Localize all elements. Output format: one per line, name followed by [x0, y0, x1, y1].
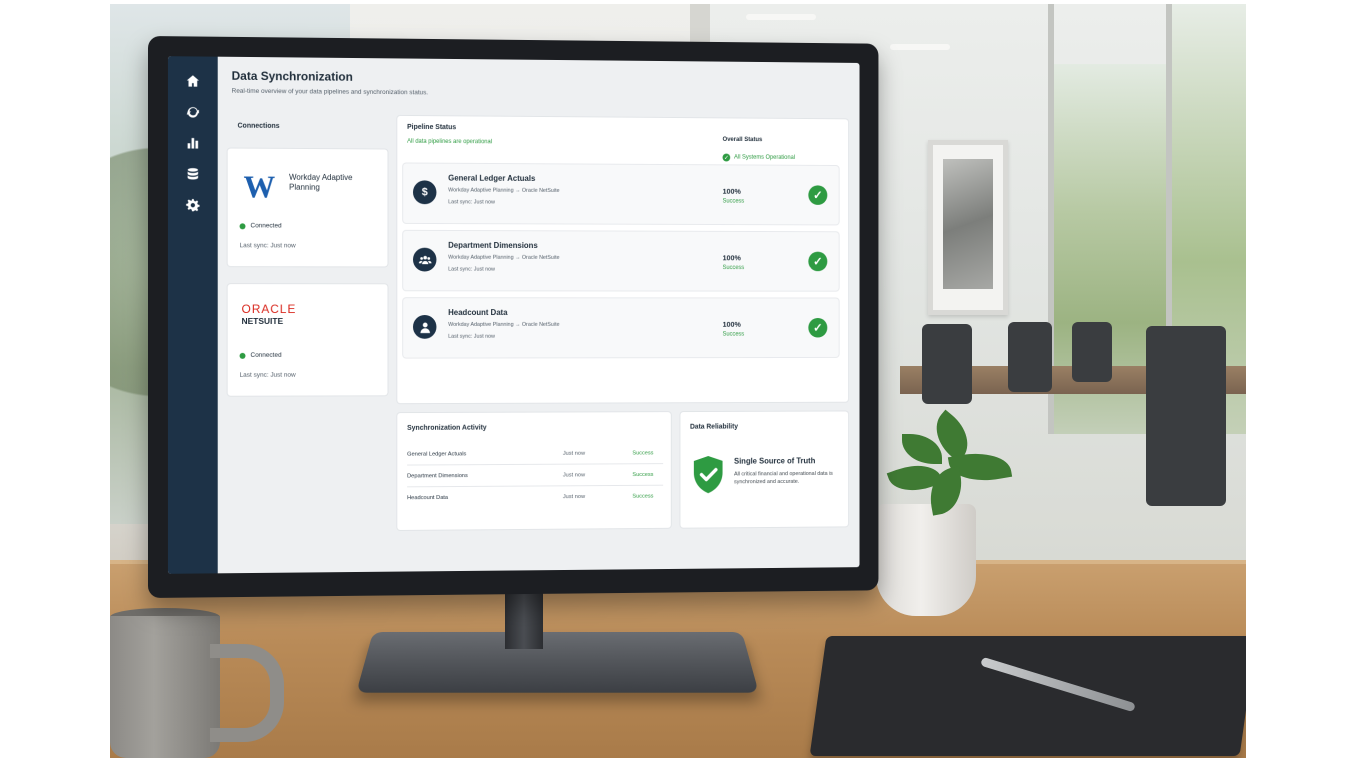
check-icon: ✓ — [808, 251, 828, 272]
pipeline-route: Workday Adaptive Planning → Oracle NetSu… — [448, 254, 560, 261]
dashboard-screen: Data Synchronization Real-time overview … — [167, 56, 860, 574]
overall-status-label: Overall Status — [722, 135, 763, 144]
pipeline-last-sync: Last sync: Just now — [448, 199, 495, 206]
notebook — [809, 636, 1246, 756]
activity-title: Synchronization Activity — [407, 424, 487, 432]
page-title: Data Synchronization — [231, 68, 353, 84]
pipeline-status-panel: Pipeline Status All data pipelines are o… — [397, 115, 849, 404]
pipeline-percent: 100% — [722, 319, 741, 329]
home-icon[interactable] — [186, 74, 200, 88]
pipeline-percent: 100% — [722, 253, 741, 263]
pipeline-name: Department Dimensions — [448, 240, 538, 250]
pipeline-route: Workday Adaptive Planning → Oracle NetSu… — [448, 321, 560, 328]
monitor: Data Synchronization Real-time overview … — [148, 36, 879, 598]
connection-last-sync: Last sync: Just now — [239, 242, 296, 250]
activity-row[interactable]: Headcount Data Just now Success — [407, 487, 663, 508]
sidebar — [167, 56, 218, 574]
pipeline-route: Workday Adaptive Planning → Oracle NetSu… — [448, 187, 560, 194]
connection-last-sync: Last sync: Just now — [239, 371, 296, 379]
pipeline-state: Success — [722, 265, 745, 272]
plant-pot — [876, 504, 976, 616]
overall-status-value: ✓ All Systems Operational — [722, 153, 796, 162]
chart-icon[interactable] — [186, 136, 200, 150]
monitor-stand-base — [356, 631, 759, 693]
pipeline-name: General Ledger Actuals — [448, 173, 536, 183]
oracle-logo: ORACLE — [241, 302, 297, 317]
pipeline-last-sync: Last sync: Just now — [448, 333, 495, 340]
dollar-icon: $ — [412, 180, 437, 205]
status-dot-icon — [239, 352, 246, 359]
main-content: Data Synchronization Real-time overview … — [218, 57, 860, 574]
reliability-heading: Single Source of Truth — [734, 456, 816, 466]
check-icon: ✓ — [808, 317, 828, 338]
connection-status: Connected — [239, 222, 282, 229]
workday-logo: W — [243, 168, 276, 205]
pipeline-state: Success — [722, 331, 745, 338]
pipeline-percent: 100% — [722, 186, 741, 196]
status-dot-icon — [239, 222, 246, 229]
shield-check-icon — [693, 455, 723, 494]
connection-name: Workday Adaptive Planning — [289, 172, 353, 192]
reliability-text: All critical financial and operational d… — [734, 470, 833, 486]
coffee-mug — [110, 616, 220, 758]
connection-card-netsuite[interactable]: ORACLE NETSUITE Connected Last sync: Jus… — [227, 284, 388, 396]
connections-panel: Connections W Workday Adaptive Planning … — [227, 115, 388, 396]
reliability-title: Data Reliability — [690, 423, 739, 431]
pipeline-row[interactable]: $ General Ledger Actuals Workday Adaptiv… — [403, 163, 839, 225]
activity-row[interactable]: Department Dimensions Just now Success — [407, 465, 664, 488]
connection-card-workday[interactable]: W Workday Adaptive Planning Connected La… — [227, 148, 388, 267]
wall-art — [928, 140, 1008, 315]
sync-activity-panel: Synchronization Activity General Ledger … — [397, 412, 671, 530]
pipeline-last-sync: Last sync: Just now — [448, 266, 495, 273]
connection-status: Connected — [239, 352, 282, 359]
sync-icon[interactable] — [186, 105, 200, 119]
team-icon — [412, 247, 437, 272]
netsuite-logo: NETSUITE — [241, 316, 284, 326]
gear-icon[interactable] — [186, 198, 200, 212]
database-icon[interactable] — [186, 167, 200, 181]
pipeline-status-text: All data pipelines are operational — [407, 138, 493, 146]
page-subtitle: Real-time overview of your data pipeline… — [231, 87, 429, 97]
pipeline-row[interactable]: Department Dimensions Workday Adaptive P… — [403, 230, 839, 291]
pipeline-state: Success — [722, 198, 745, 205]
data-reliability-panel: Data Reliability Single Source of Truth … — [680, 411, 849, 528]
check-icon: ✓ — [722, 153, 731, 162]
pipeline-name: Headcount Data — [448, 308, 508, 317]
pipeline-row[interactable]: Headcount Data Workday Adaptive Planning… — [403, 298, 839, 358]
activity-row[interactable]: General Ledger Actuals Just now Success — [407, 443, 664, 466]
connections-title: Connections — [237, 122, 280, 130]
user-icon — [412, 315, 437, 339]
pipeline-title: Pipeline Status — [407, 123, 457, 132]
check-icon: ✓ — [808, 185, 828, 205]
